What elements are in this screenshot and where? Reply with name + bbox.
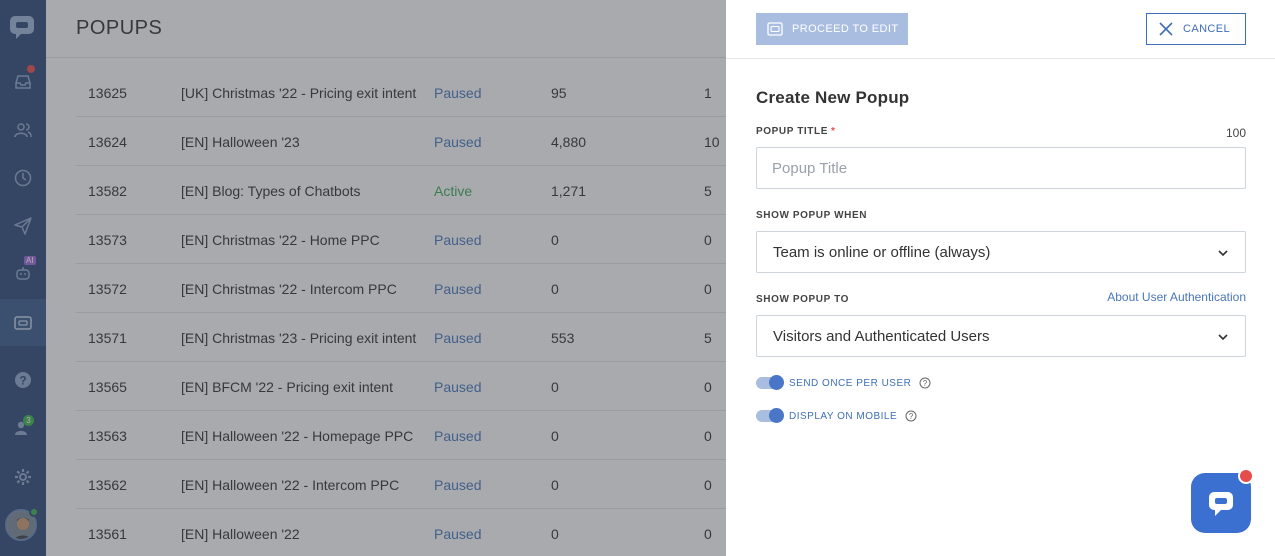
cancel-label: CANCEL	[1183, 23, 1231, 35]
help-icon[interactable]: ?	[919, 377, 931, 389]
proceed-to-edit-button[interactable]: PROCEED TO EDIT	[756, 13, 908, 45]
show-to-value: Visitors and Authenticated Users	[773, 328, 990, 345]
send-once-toggle[interactable]	[756, 375, 784, 390]
show-when-label: SHOW POPUP WHEN	[756, 210, 868, 221]
svg-text:?: ?	[909, 412, 914, 421]
title-char-counter: 100	[1225, 126, 1246, 140]
required-mark: *	[830, 126, 836, 137]
show-to-label: SHOW POPUP TO	[756, 294, 850, 305]
display-mobile-toggle[interactable]	[756, 408, 784, 423]
svg-text:?: ?	[923, 379, 928, 388]
panel-toolbar: PROCEED TO EDIT CANCEL	[726, 0, 1275, 59]
popup-title-input[interactable]	[757, 148, 1245, 188]
display-mobile-label: DISPLAY ON MOBILE	[789, 410, 898, 422]
send-once-toggle-row: SEND ONCE PER USER ?	[756, 375, 931, 390]
create-popup-panel: PROCEED TO EDIT CANCEL Create New Popup …	[726, 0, 1275, 556]
modal-overlay[interactable]	[0, 0, 726, 556]
show-to-select[interactable]: Visitors and Authenticated Users	[756, 315, 1246, 357]
chevron-down-icon	[1218, 250, 1228, 257]
help-icon[interactable]: ?	[905, 410, 917, 422]
chevron-down-icon	[1218, 334, 1228, 341]
form-title: Create New Popup	[756, 88, 910, 107]
chat-notification-dot	[1238, 468, 1254, 484]
display-mobile-toggle-row: DISPLAY ON MOBILE ?	[756, 408, 917, 423]
show-when-value: Team is online or offline (always)	[773, 244, 991, 261]
popup-window-icon	[767, 22, 783, 36]
toggle-knob	[769, 408, 784, 423]
proceed-to-edit-label: PROCEED TO EDIT	[792, 23, 899, 35]
send-once-label: SEND ONCE PER USER	[789, 377, 912, 389]
popup-title-label: POPUP TITLE *	[756, 126, 836, 137]
show-when-select[interactable]: Team is online or offline (always)	[756, 231, 1246, 273]
about-user-authentication-link[interactable]: About User Authentication	[1107, 290, 1246, 304]
popup-title-field[interactable]	[756, 147, 1246, 189]
close-icon	[1159, 22, 1173, 36]
chat-bubble-icon	[1209, 492, 1233, 516]
cancel-button[interactable]: CANCEL	[1146, 13, 1246, 45]
toggle-knob	[769, 375, 784, 390]
